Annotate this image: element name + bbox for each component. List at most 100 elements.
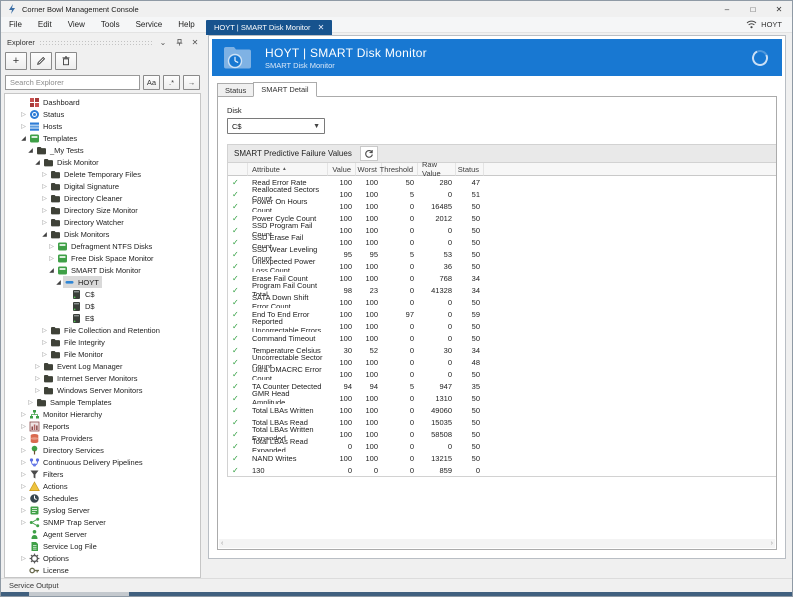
- expander-icon[interactable]: ▷: [40, 171, 49, 178]
- row-status-ok-icon[interactable]: ✓: [228, 452, 248, 464]
- cell-value[interactable]: 100: [328, 320, 356, 332]
- row-status-ok-icon[interactable]: ✓: [228, 440, 248, 452]
- tree-item-content[interactable]: Filters: [28, 468, 66, 480]
- row-status-ok-icon[interactable]: ✓: [228, 332, 248, 344]
- cell-threshold[interactable]: 50: [382, 176, 418, 188]
- cell-status[interactable]: 50: [456, 452, 484, 464]
- row-status-ok-icon[interactable]: ✓: [228, 356, 248, 368]
- tree-item-content[interactable]: Directory Services: [28, 444, 107, 456]
- cell-status[interactable]: 50: [456, 236, 484, 248]
- tab-close-icon[interactable]: ✕: [318, 23, 325, 32]
- regex-button[interactable]: .*: [163, 75, 180, 90]
- cell-value[interactable]: 100: [328, 356, 356, 368]
- cell-raw-value[interactable]: 0: [418, 308, 456, 320]
- cell-status[interactable]: 50: [456, 440, 484, 452]
- tree-item-content[interactable]: _My Tests: [35, 144, 87, 156]
- cell-filler[interactable]: [484, 224, 777, 236]
- cell-worst[interactable]: 100: [356, 392, 382, 404]
- cell-value[interactable]: 30: [328, 344, 356, 356]
- cell-threshold[interactable]: 0: [382, 260, 418, 272]
- column-header-worst[interactable]: Worst: [356, 163, 382, 176]
- expander-icon[interactable]: ▷: [19, 459, 28, 466]
- menu-tools[interactable]: Tools: [93, 17, 128, 32]
- cell-raw-value[interactable]: 0: [418, 188, 456, 200]
- expander-icon[interactable]: ◢: [47, 267, 56, 274]
- expander-icon[interactable]: ▷: [19, 411, 28, 418]
- scroll-right-icon[interactable]: ›: [771, 540, 773, 547]
- tree-item-content[interactable]: E$: [70, 312, 97, 324]
- expander-icon[interactable]: ▷: [33, 375, 42, 382]
- expander-icon[interactable]: ◢: [54, 279, 63, 286]
- tree-item-templates[interactable]: ◢Templates: [5, 132, 200, 144]
- cell-filler[interactable]: [484, 260, 777, 272]
- cell-threshold[interactable]: 5: [382, 188, 418, 200]
- tree-item-e[interactable]: E$: [5, 312, 200, 324]
- cell-value[interactable]: 0: [328, 464, 356, 476]
- tree-item-filters[interactable]: ▷Filters: [5, 468, 200, 480]
- cell-attribute[interactable]: Reported Uncorrectable Errors: [248, 320, 328, 332]
- cell-raw-value[interactable]: 53: [418, 248, 456, 260]
- tree-item-windows-server-monitors[interactable]: ▷Windows Server Monitors: [5, 384, 200, 396]
- panel-drag-grip[interactable]: [39, 40, 153, 45]
- disk-select[interactable]: C$ ▼: [227, 118, 325, 134]
- tree-item-content[interactable]: File Monitor: [49, 348, 106, 360]
- cell-value[interactable]: 100: [328, 236, 356, 248]
- row-status-ok-icon[interactable]: ✓: [228, 260, 248, 272]
- cell-worst[interactable]: 100: [356, 260, 382, 272]
- column-header-threshold[interactable]: Threshold: [382, 163, 418, 176]
- cell-raw-value[interactable]: 0: [418, 368, 456, 380]
- cell-value[interactable]: 100: [328, 272, 356, 284]
- cell-status[interactable]: 50: [456, 368, 484, 380]
- cell-worst[interactable]: 100: [356, 236, 382, 248]
- cell-threshold[interactable]: 0: [382, 368, 418, 380]
- cell-worst[interactable]: 100: [356, 200, 382, 212]
- tree-item-content[interactable]: Internet Server Monitors: [42, 372, 140, 384]
- cell-raw-value[interactable]: 0: [418, 236, 456, 248]
- tree-item-content[interactable]: Windows Server Monitors: [42, 384, 145, 396]
- cell-raw-value[interactable]: 49060: [418, 404, 456, 416]
- tree-item-content[interactable]: Digital Signature: [49, 180, 122, 192]
- cell-worst[interactable]: 100: [356, 440, 382, 452]
- cell-threshold[interactable]: 0: [382, 272, 418, 284]
- close-button[interactable]: ✕: [766, 1, 792, 17]
- row-status-ok-icon[interactable]: ✓: [228, 296, 248, 308]
- tree-item-actions[interactable]: ▷Actions: [5, 480, 200, 492]
- row-status-ok-icon[interactable]: ✓: [228, 224, 248, 236]
- row-status-ok-icon[interactable]: ✓: [228, 284, 248, 296]
- cell-raw-value[interactable]: 36: [418, 260, 456, 272]
- tree-item-smart-disk-monitor[interactable]: ◢SMART Disk Monitor: [5, 264, 200, 276]
- tree-item-content[interactable]: Directory Cleaner: [49, 192, 125, 204]
- cell-threshold[interactable]: 0: [382, 200, 418, 212]
- tree-item-content[interactable]: Dashboard: [28, 96, 83, 108]
- cell-raw-value[interactable]: 768: [418, 272, 456, 284]
- cell-status[interactable]: 50: [456, 224, 484, 236]
- tree-item-file-collection-and-retention[interactable]: ▷File Collection and Retention: [5, 324, 200, 336]
- cell-value[interactable]: 100: [328, 260, 356, 272]
- cell-threshold[interactable]: 0: [382, 452, 418, 464]
- cell-threshold[interactable]: 0: [382, 392, 418, 404]
- cell-status[interactable]: 51: [456, 188, 484, 200]
- cell-threshold[interactable]: 0: [382, 296, 418, 308]
- tree-item-c[interactable]: C$: [5, 288, 200, 300]
- row-status-ok-icon[interactable]: ✓: [228, 428, 248, 440]
- tree-item-content[interactable]: Disk Monitor: [42, 156, 102, 168]
- cell-value[interactable]: 0: [328, 440, 356, 452]
- expander-icon[interactable]: ▷: [40, 195, 49, 202]
- cell-raw-value[interactable]: 0: [418, 224, 456, 236]
- cell-raw-value[interactable]: 280: [418, 176, 456, 188]
- tree-item-schedules[interactable]: ▷Schedules: [5, 492, 200, 504]
- cell-worst[interactable]: 100: [356, 404, 382, 416]
- cell-status[interactable]: 50: [456, 332, 484, 344]
- row-status-ok-icon[interactable]: ✓: [228, 380, 248, 392]
- cell-raw-value[interactable]: 1310: [418, 392, 456, 404]
- cell-worst[interactable]: 100: [356, 212, 382, 224]
- cell-worst[interactable]: 23: [356, 284, 382, 296]
- tree-item-content[interactable]: Directory Watcher: [49, 216, 127, 228]
- row-status-ok-icon[interactable]: ✓: [228, 392, 248, 404]
- tree-item-content[interactable]: Continuous Delivery Pipelines: [28, 456, 146, 468]
- cell-worst[interactable]: 100: [356, 272, 382, 284]
- cell-raw-value[interactable]: 859: [418, 464, 456, 476]
- cell-filler[interactable]: [484, 188, 777, 200]
- cell-status[interactable]: 50: [456, 428, 484, 440]
- cell-filler[interactable]: [484, 284, 777, 296]
